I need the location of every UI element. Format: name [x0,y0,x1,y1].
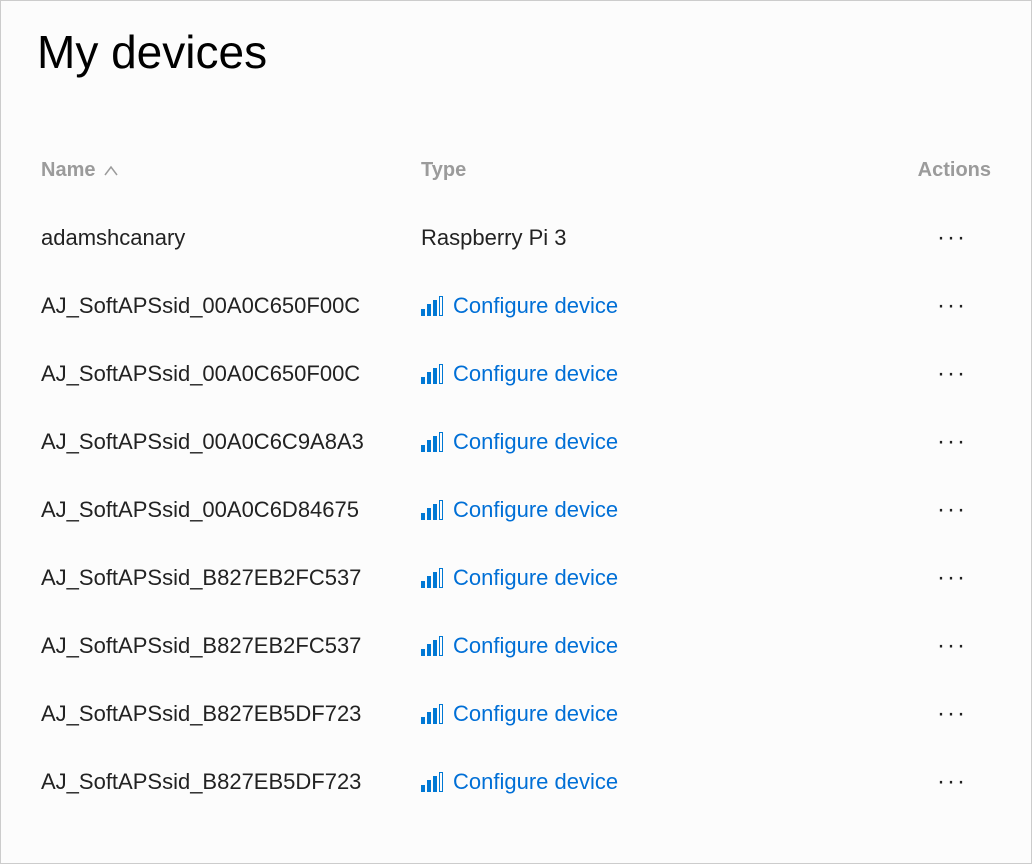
signal-bars-icon [421,568,443,588]
device-name: AJ_SoftAPSsid_00A0C6D84675 [41,497,359,523]
actions-cell: ··· [871,293,991,319]
page-title: My devices [1,1,1031,89]
more-actions-icon[interactable]: ··· [937,226,967,250]
configure-device-link[interactable]: Configure device [421,361,618,387]
configure-device-link[interactable]: Configure device [421,633,618,659]
column-header-name[interactable]: Name [41,159,421,182]
configure-device-label: Configure device [453,633,618,659]
table-row: AJ_SoftAPSsid_00A0C6D84675 Configure devi… [41,476,991,544]
actions-cell: ··· [871,497,991,523]
actions-cell: ··· [871,701,991,727]
actions-cell: ··· [871,361,991,387]
device-name-cell: AJ_SoftAPSsid_B827EB2FC537 [41,633,421,659]
configure-device-label: Configure device [453,701,618,727]
signal-bars-icon [421,772,443,792]
device-name-cell: AJ_SoftAPSsid_00A0C6D84675 [41,497,421,523]
column-actions-label: Actions [918,159,991,181]
configure-device-link[interactable]: Configure device [421,429,618,455]
column-header-type[interactable]: Type [421,159,871,182]
table-row: AJ_SoftAPSsid_00A0C650F00C Configure devi… [41,272,991,340]
device-name: AJ_SoftAPSsid_B827EB5DF723 [41,769,361,795]
signal-bars-icon [421,704,443,724]
device-name-cell: AJ_SoftAPSsid_00A0C6C9A8A3 [41,429,421,455]
actions-cell: ··· [871,633,991,659]
device-type-cell: Configure device [421,361,871,387]
actions-cell: ··· [871,769,991,795]
configure-device-label: Configure device [453,769,618,795]
device-name: AJ_SoftAPSsid_00A0C6C9A8A3 [41,429,364,455]
device-type-cell: Configure device [421,429,871,455]
device-name: AJ_SoftAPSsid_B827EB2FC537 [41,565,361,591]
configure-device-link[interactable]: Configure device [421,701,618,727]
device-name: AJ_SoftAPSsid_00A0C650F00C [41,361,360,387]
signal-bars-icon [421,500,443,520]
configure-device-label: Configure device [453,497,618,523]
configure-device-label: Configure device [453,429,618,455]
actions-cell: ··· [871,429,991,455]
actions-cell: ··· [871,225,991,251]
device-name: AJ_SoftAPSsid_B827EB2FC537 [41,633,361,659]
more-actions-icon[interactable]: ··· [937,566,967,590]
device-type: Raspberry Pi 3 [421,225,567,251]
device-type-cell: Configure device [421,497,871,523]
configure-device-label: Configure device [453,565,618,591]
configure-device-label: Configure device [453,293,618,319]
device-name-cell: AJ_SoftAPSsid_00A0C650F00C [41,361,421,387]
signal-bars-icon [421,364,443,384]
actions-cell: ··· [871,565,991,591]
signal-bars-icon [421,296,443,316]
device-type-cell: Configure device [421,565,871,591]
table-row: AJ_SoftAPSsid_B827EB2FC537 Configure devi… [41,544,991,612]
device-name-cell: AJ_SoftAPSsid_B827EB5DF723 [41,769,421,795]
table-row: AJ_SoftAPSsid_00A0C6C9A8A3 Configure devi… [41,408,991,476]
configure-device-link[interactable]: Configure device [421,497,618,523]
more-actions-icon[interactable]: ··· [937,634,967,658]
configure-device-link[interactable]: Configure device [421,565,618,591]
configure-device-label: Configure device [453,361,618,387]
devices-table: Name Type Actions adamshcanary Raspberry … [1,89,1031,816]
more-actions-icon[interactable]: ··· [937,702,967,726]
device-name: AJ_SoftAPSsid_00A0C650F00C [41,293,360,319]
column-header-actions: Actions [871,159,991,182]
device-name-cell: AJ_SoftAPSsid_B827EB2FC537 [41,565,421,591]
device-name-cell: AJ_SoftAPSsid_00A0C650F00C [41,293,421,319]
table-row: AJ_SoftAPSsid_B827EB2FC537 Configure devi… [41,612,991,680]
device-name: AJ_SoftAPSsid_B827EB5DF723 [41,701,361,727]
device-type-cell: Configure device [421,769,871,795]
more-actions-icon[interactable]: ··· [937,498,967,522]
signal-bars-icon [421,636,443,656]
device-name-cell: AJ_SoftAPSsid_B827EB5DF723 [41,701,421,727]
more-actions-icon[interactable]: ··· [937,362,967,386]
signal-bars-icon [421,432,443,452]
more-actions-icon[interactable]: ··· [937,770,967,794]
configure-device-link[interactable]: Configure device [421,769,618,795]
sort-ascending-icon [103,165,119,177]
device-type-cell: Configure device [421,633,871,659]
column-type-label: Type [421,159,466,182]
device-type-cell: Configure device [421,293,871,319]
table-row: adamshcanary Raspberry Pi 3 ··· [41,204,991,272]
table-header-row: Name Type Actions [41,149,991,204]
more-actions-icon[interactable]: ··· [937,294,967,318]
configure-device-link[interactable]: Configure device [421,293,618,319]
table-row: AJ_SoftAPSsid_B827EB5DF723 Configure devi… [41,748,991,816]
device-name: adamshcanary [41,225,185,251]
table-row: AJ_SoftAPSsid_00A0C650F00C Configure devi… [41,340,991,408]
column-name-label: Name [41,159,95,182]
device-type-cell: Configure device [421,701,871,727]
device-name-cell: adamshcanary [41,225,421,251]
table-row: AJ_SoftAPSsid_B827EB5DF723 Configure devi… [41,680,991,748]
device-type-cell: Raspberry Pi 3 [421,225,871,251]
more-actions-icon[interactable]: ··· [937,430,967,454]
